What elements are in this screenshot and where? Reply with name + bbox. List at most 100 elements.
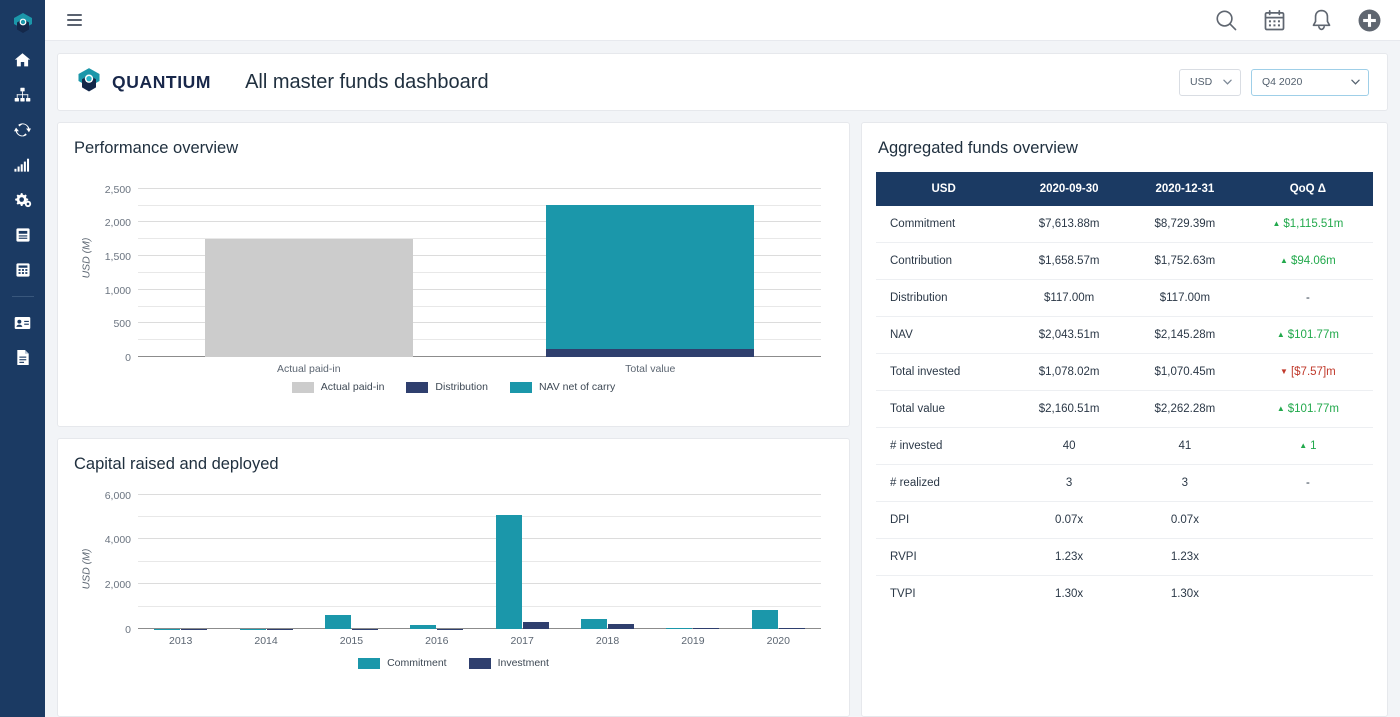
row-value-prev: 3 <box>1011 464 1127 502</box>
table-row[interactable]: RVPI 1.23x 1.23x <box>876 538 1373 576</box>
table-column: Aggregated funds overview USD 2020-09-30 2… <box>861 122 1388 717</box>
table-row[interactable]: # invested 40 41 ▲ 1 <box>876 427 1373 465</box>
legend-item[interactable]: Actual paid-in <box>291 381 385 393</box>
y-axis-tick-label: 0 <box>125 352 131 364</box>
table-row[interactable]: Total value $2,160.51m $2,262.28m ▲ $101.77m <box>876 390 1373 428</box>
app-root: QUANTIUM All master funds dashboard USD … <box>0 0 1400 717</box>
search-icon[interactable] <box>1214 8 1239 33</box>
gridline-minor <box>138 560 821 562</box>
gridline-minor <box>138 516 821 518</box>
sidebar-item-documents[interactable] <box>0 340 45 375</box>
table-column-header[interactable]: 2020-09-30 <box>1011 172 1127 206</box>
period-select[interactable]: Q4 2020 <box>1251 68 1369 96</box>
sidebar <box>0 0 45 717</box>
calendar-icon[interactable] <box>1263 9 1286 32</box>
table-row[interactable]: Total invested $1,078.02m $1,070.45m ▼ [$7.5… <box>876 353 1373 391</box>
table-row[interactable]: NAV $2,043.51m $2,145.28m ▲ $101.77m <box>876 316 1373 354</box>
row-label: Total invested <box>876 353 1012 391</box>
arrow-down-icon: ▼ <box>1280 367 1288 376</box>
row-value-prev: 40 <box>1011 427 1127 465</box>
sidebar-item-home[interactable] <box>0 42 45 77</box>
legend-item[interactable]: Commitment <box>358 657 447 669</box>
row-value-curr: $8,729.39m <box>1127 206 1243 243</box>
arrow-up-icon: ▲ <box>1276 330 1285 339</box>
menu-toggle-button[interactable] <box>65 10 84 30</box>
dashboard-body: Performance overview USD (M) 0 500 1,000 1,… <box>57 122 1388 717</box>
legend-swatch <box>358 657 381 669</box>
table-row[interactable]: TVPI 1.30x 1.30x <box>876 576 1373 613</box>
y-axis-tick-label: 2,000 <box>104 217 131 230</box>
capital-legend: Commitment Investment <box>72 657 835 669</box>
chevron-down-icon <box>1351 77 1360 87</box>
sidebar-item-analytics[interactable] <box>0 147 45 182</box>
bar[interactable] <box>751 610 778 629</box>
row-value-prev: $7,613.88m <box>1011 206 1127 243</box>
currency-select[interactable]: USD <box>1179 68 1241 96</box>
row-value-prev: $117.00m <box>1011 279 1127 317</box>
brand: QUANTIUM <box>76 67 211 98</box>
table-row[interactable]: DPI 0.07x 0.07x <box>876 501 1373 539</box>
bar[interactable] <box>581 619 608 629</box>
sidebar-item-settings[interactable] <box>0 182 45 217</box>
table-row[interactable]: Commitment $7,613.88m $8,729.39m ▲ $1,115.51… <box>876 206 1373 243</box>
bar[interactable] <box>324 615 351 629</box>
legend-item[interactable]: Distribution <box>406 381 488 393</box>
table-row[interactable]: Distribution $117.00m $117.00m - <box>876 279 1373 317</box>
y-axis-tick-label: 4,000 <box>104 534 131 547</box>
charts-column: Performance overview USD (M) 0 500 1,000 1,… <box>57 122 850 717</box>
legend-item[interactable]: NAV net of carry <box>509 381 616 393</box>
bar[interactable] <box>522 621 549 629</box>
bar[interactable] <box>495 514 522 629</box>
aggregated-funds-title: Aggregated funds overview <box>878 139 1078 157</box>
row-label: Contribution <box>876 242 1012 280</box>
table-body: Commitment $7,613.88m $8,729.39m ▲ $1,115.51… <box>876 206 1373 612</box>
top-bar-actions <box>1214 8 1382 33</box>
row-value-curr: $117.00m <box>1127 279 1243 317</box>
table-row[interactable]: Contribution $1,658.57m $1,752.63m ▲ $94.06m <box>876 242 1373 280</box>
performance-x-axis: Actual paid-in Total value <box>138 357 821 377</box>
table-column-header[interactable]: USD <box>876 172 1012 206</box>
bar-segment[interactable] <box>546 204 755 350</box>
quantium-logo-icon[interactable] <box>0 6 45 42</box>
dashboard-header-card: QUANTIUM All master funds dashboard USD … <box>57 53 1388 111</box>
y-axis-tick-label: 2,500 <box>104 183 131 196</box>
sidebar-item-structure[interactable] <box>0 77 45 112</box>
table-column-header[interactable]: 2020-12-31 <box>1127 172 1243 206</box>
currency-select-value: USD <box>1190 76 1213 88</box>
row-label: NAV <box>876 316 1012 354</box>
row-value-delta: ▲ 1 <box>1242 427 1373 465</box>
row-value-delta <box>1242 538 1373 576</box>
gridline-minor <box>138 605 821 607</box>
plus-circle-icon[interactable] <box>1357 8 1382 33</box>
gridline <box>138 493 821 495</box>
x-axis-tick-label: 2020 <box>766 635 790 647</box>
bar-segment[interactable] <box>204 239 413 357</box>
legend-swatch <box>291 381 314 393</box>
sidebar-item-sync[interactable] <box>0 112 45 147</box>
table-head: USD 2020-09-30 2020-12-31 QoQ Δ <box>876 172 1373 206</box>
legend-label: Actual paid-in <box>320 381 385 393</box>
x-axis-tick-label: 2018 <box>595 635 620 647</box>
sidebar-item-calculator[interactable] <box>0 252 45 287</box>
bell-icon[interactable] <box>1310 8 1333 32</box>
legend-label: NAV net of carry <box>538 381 616 393</box>
performance-overview-title: Performance overview <box>74 139 239 157</box>
contact-card-icon <box>14 316 31 330</box>
performance-y-axis-label: USD (M) <box>80 237 93 279</box>
table-column-header[interactable]: QoQ Δ <box>1242 172 1373 206</box>
refresh-icon <box>14 122 31 138</box>
performance-plot-area: 0 500 1,000 1,500 2,000 2,500 <box>105 172 821 364</box>
legend-label: Distribution <box>435 381 488 393</box>
legend-item[interactable]: Investment <box>468 657 549 669</box>
row-value-curr: $2,262.28m <box>1127 390 1243 428</box>
legend-swatch <box>406 381 429 393</box>
table-row[interactable]: # realized 3 3- <box>876 464 1373 502</box>
capital-x-axis: 2013 2014 2015 2016 2017 2018 2019 2020 <box>138 629 821 651</box>
sidebar-item-ledger[interactable] <box>0 217 45 252</box>
sidebar-item-contacts[interactable] <box>0 305 45 340</box>
row-value-curr: 1.30x <box>1170 588 1199 600</box>
row-label: RVPI <box>876 538 1012 576</box>
bar-segment[interactable] <box>546 349 755 357</box>
row-value-prev: 1.23x <box>1011 538 1127 576</box>
capital-raised-chart: USD (M) 0 2,000 4,000 6,000 2013 2014 2015 201… <box>58 474 849 669</box>
